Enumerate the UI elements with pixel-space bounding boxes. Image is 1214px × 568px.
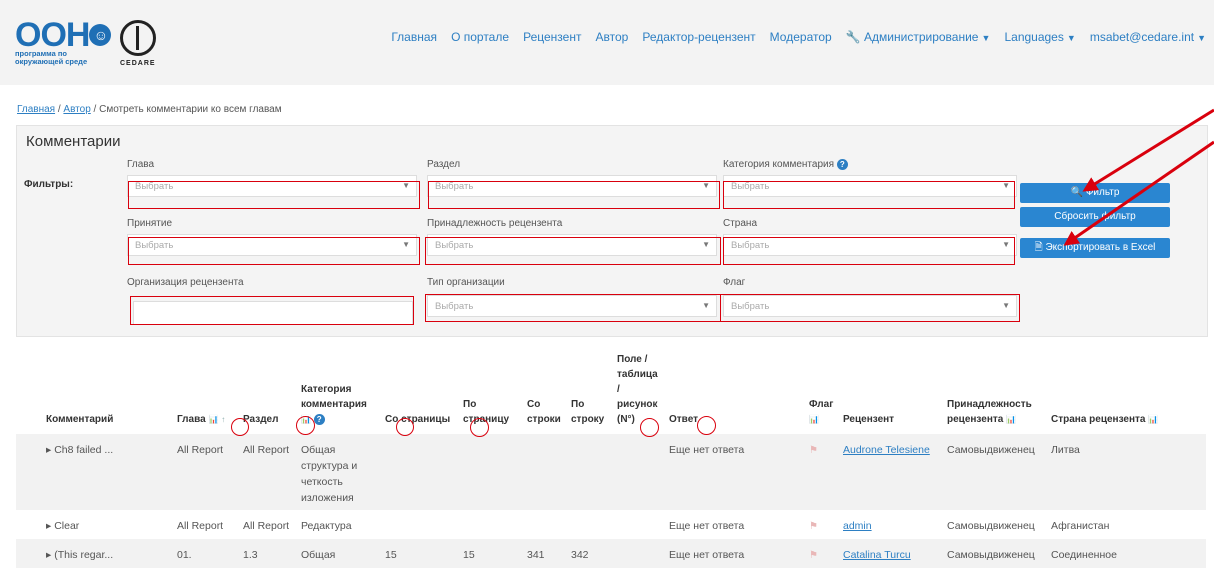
annotation-arrows [1063, 108, 1214, 246]
arrow-to-filter-button [1082, 108, 1214, 192]
